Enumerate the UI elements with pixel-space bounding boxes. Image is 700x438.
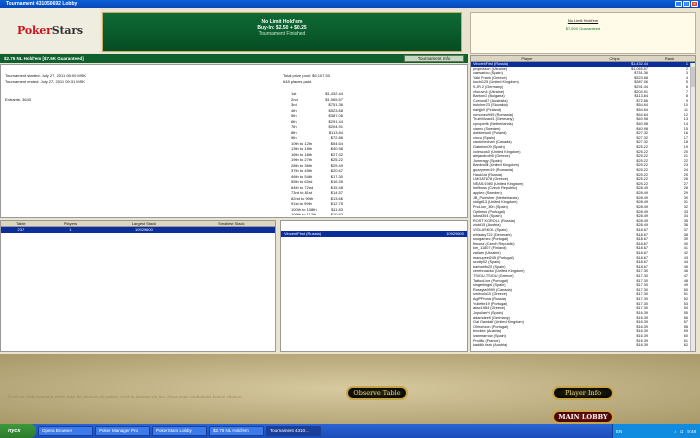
players-body: VincentFirst (Russia) $1,432.44 1 projectzo… [471,62,695,348]
players-scrollbar[interactable] [690,63,695,351]
close-button[interactable]: × [691,1,698,7]
speaker-icon[interactable]: ♪ [674,429,676,434]
taskbar-item[interactable]: Poker Manager Pro [95,426,150,436]
player-rank: 62 [683,343,688,348]
player-chips: $16.39 [636,343,648,348]
bottom-bar: Il est un trait commun entre tous les jo… [0,354,700,424]
minimize-button[interactable]: _ [675,1,682,7]
tournament-info-panel: Tournament started: July 27, 2011 08:00 … [0,64,468,218]
players-list: Player Chips Rank VincentFirst (Russia) $… [470,55,696,352]
prize-list: 1st $1,432.44 2nd $1,065.57 3rd $751.36 4th $52… [283,91,343,215]
taskbar-item[interactable]: PokerStars Lobby [152,426,207,436]
taskbar-item-active[interactable]: Tournament 4310... [266,426,321,436]
tournament-summary-box: No Limit Hold'em $7,500 Guaranteed [470,12,696,54]
clock: 9:48 [687,428,696,434]
taskbar: пуск Opera Browser Poker Manager Pro Pok… [0,424,700,438]
start-button[interactable]: пуск [0,424,36,438]
maximize-button[interactable]: □ [683,1,690,7]
pokerstars-logo: Poker Stars [0,8,100,53]
table-player-row[interactable]: VincentFirst (Russia) 10929600 [281,231,467,237]
decorative-script: Il est un trait commun entre tous les jo… [8,394,243,399]
places-paid: 648 places paid. [283,78,313,84]
summary-prize: $7,500 Guaranteed [565,26,601,31]
window-titlebar[interactable]: Tournament 431050692 Lobby _ □ × [0,0,700,8]
language-indicator[interactable]: EN [613,429,622,434]
table-row[interactable]: 237 1 10929600 [1,227,275,233]
taskbar-item[interactable]: $2.75 NL Hold'em [209,426,264,436]
prize-amount: $10.92 [330,212,343,215]
entrants-count: Entrants: 3643 [5,97,32,102]
tournament-header: No Limit Hold'em Buy-In: $2.50 + $0.25 T… [102,12,462,52]
prize-place: 109th to 117th [291,212,317,215]
scroll-thumb[interactable] [691,67,695,87]
tournament-info-button[interactable]: Tournament Info [404,55,464,62]
tournament-status: Tournament Finished [258,31,306,37]
tables-list: Table Players Largest Stack Smallest Sta… [0,220,276,352]
system-tray: EN ♪ ◘ 9:48 [612,424,700,438]
prize-row: 109th to 117th $10.92 [283,212,343,215]
main-lobby-button[interactable]: MAIN LOBBY [552,410,614,424]
network-icon[interactable]: ◘ [681,429,684,434]
summary-game: No Limit Hold'em [567,18,599,23]
window-title: Tournament 431050692 Lobby [6,1,78,7]
player-row[interactable]: kaddik ksrk (Austria) $16.39 62 [471,343,695,348]
taskbar-item[interactable]: Opera Browser [38,426,93,436]
table-players-list: VincentFirst (Russia) 10929600 [280,220,468,352]
tournament-tab[interactable]: $2.75 NL Hold'em [$7.5K Guaranteed] Tour… [0,54,468,63]
player-name: kaddik ksrk (Austria) [473,343,508,348]
tournament-lobby: Poker Stars No Limit Hold'em Buy-In: $2.5… [0,8,700,424]
observe-table-button[interactable]: Observe Table [346,386,408,400]
end-time: Tournament ended: July 27, 2011 09:31 MS… [5,79,85,84]
player-info-button[interactable]: Player Info [552,386,614,400]
